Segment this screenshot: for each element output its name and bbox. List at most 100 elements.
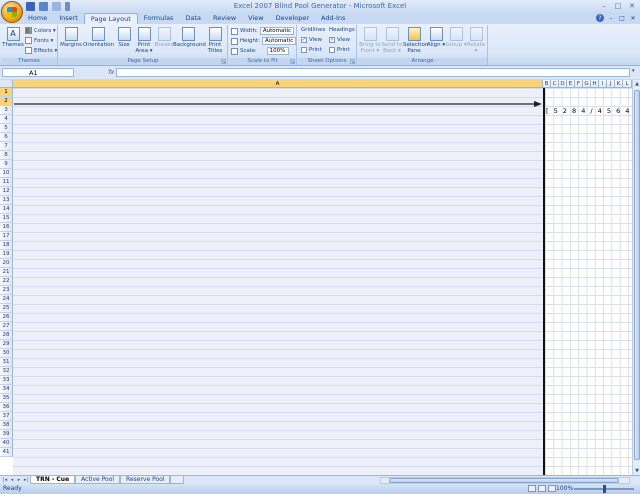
row-header-24[interactable]: 24 [0, 295, 13, 304]
effects-button[interactable]: Effects ▾ [25, 47, 57, 54]
row-header-16[interactable]: 16 [0, 223, 13, 232]
row-header-17[interactable]: 17 [0, 232, 13, 241]
minimize-button[interactable]: – [598, 1, 610, 10]
page-layout-view-icon[interactable] [538, 485, 546, 492]
row-header-38[interactable]: 38 [0, 421, 13, 430]
horizontal-scroll-thumb[interactable] [389, 478, 619, 483]
row-header-12[interactable]: 12 [0, 187, 13, 196]
page-break-view-icon[interactable] [548, 485, 556, 492]
column-header-c[interactable]: C [551, 80, 559, 88]
row-header-25[interactable]: 25 [0, 304, 13, 313]
tab-view[interactable]: View [242, 13, 269, 24]
column-header-f[interactable]: F [575, 80, 583, 88]
next-sheet-icon[interactable]: ▸ [16, 476, 22, 484]
vertical-scroll-thumb[interactable] [634, 90, 640, 460]
select-all-button[interactable] [0, 80, 13, 88]
margins-button[interactable]: Margins [60, 26, 82, 48]
tab-home[interactable]: Home [22, 13, 53, 24]
row-header-4[interactable]: 4 [0, 115, 13, 124]
row-header-30[interactable]: 30 [0, 349, 13, 358]
maximize-button[interactable]: □ [612, 1, 624, 10]
row-header-14[interactable]: 14 [0, 205, 13, 214]
first-sheet-icon[interactable]: |◂ [2, 476, 8, 484]
breaks-button[interactable]: Breaks [153, 26, 175, 48]
last-sheet-icon[interactable]: ▸| [23, 476, 29, 484]
width-dropdown[interactable]: Automatic [259, 27, 295, 35]
colors-button[interactable]: Colors ▾ [25, 27, 56, 34]
column-header-i[interactable]: I [599, 80, 607, 88]
row-header-19[interactable]: 19 [0, 250, 13, 259]
cell-a1-merged[interactable] [13, 88, 543, 475]
column-header-k[interactable]: K [615, 80, 623, 88]
row-header-36[interactable]: 36 [0, 403, 13, 412]
row-header-8[interactable]: 8 [0, 151, 13, 160]
row-header-41[interactable]: 41 [0, 448, 13, 457]
zoom-slider-knob[interactable] [603, 485, 606, 493]
orientation-button[interactable]: Orientation [83, 26, 114, 48]
zoom-level[interactable]: 100% [556, 485, 573, 492]
scroll-up-icon[interactable]: ▲ [633, 80, 640, 88]
send-to-back-button[interactable]: Send to Back ▾ [381, 26, 403, 54]
row-header-2[interactable]: 2 [0, 97, 13, 106]
tab-insert[interactable]: Insert [53, 13, 84, 24]
close-button[interactable]: ✕ [626, 1, 638, 10]
gridlines-view-checkbox[interactable]: ✓ View [301, 37, 322, 43]
row-header-27[interactable]: 27 [0, 322, 13, 331]
scroll-down-icon[interactable]: ▼ [633, 467, 640, 475]
tab-developer[interactable]: Developer [270, 13, 315, 24]
gridlines-print-checkbox[interactable]: Print [301, 47, 322, 53]
tab-formulas[interactable]: Formulas [138, 13, 180, 24]
column-header-a[interactable]: A [13, 80, 543, 88]
align-button[interactable]: Align ▾ [425, 26, 447, 48]
row-header-20[interactable]: 20 [0, 259, 13, 268]
selection-pane-button[interactable]: Selection Pane [403, 26, 428, 54]
sheet-tab-active-pool[interactable]: Active Pool [75, 476, 121, 484]
row-header-10[interactable]: 10 [0, 169, 13, 178]
column-header-l[interactable]: L [623, 80, 632, 88]
formula-input[interactable] [116, 68, 630, 77]
bring-to-front-button[interactable]: Bring to Front ▾ [359, 26, 381, 54]
row-header-34[interactable]: 34 [0, 385, 13, 394]
insert-function-button[interactable]: fx [78, 68, 114, 77]
rotate-button[interactable]: Rotate ▾ [465, 26, 487, 54]
prev-sheet-icon[interactable]: ◂ [9, 476, 15, 484]
row-header-32[interactable]: 32 [0, 367, 13, 376]
tab-add-ins[interactable]: Add-Ins [315, 13, 351, 24]
tab-data[interactable]: Data [179, 13, 207, 24]
insert-sheet-icon[interactable] [170, 476, 185, 484]
expand-formula-bar-icon[interactable]: ▾ [632, 68, 638, 77]
row-header-35[interactable]: 35 [0, 394, 13, 403]
print-area-button[interactable]: Print Area ▾ [133, 26, 155, 54]
arrow-shape[interactable] [14, 101, 542, 107]
row-header-9[interactable]: 9 [0, 160, 13, 169]
sheet-tab-reserve-pool[interactable]: Reserve Pool [120, 476, 171, 484]
row-header-7[interactable]: 7 [0, 142, 13, 151]
row-header-21[interactable]: 21 [0, 268, 13, 277]
row-header-11[interactable]: 11 [0, 178, 13, 187]
scale-stepper[interactable]: 100% [266, 47, 289, 55]
row-header-39[interactable]: 39 [0, 430, 13, 439]
headings-print-checkbox[interactable]: Print [329, 47, 350, 53]
row-header-13[interactable]: 13 [0, 196, 13, 205]
group-button[interactable]: Group ▾ [445, 26, 467, 48]
ribbon-minimize-icon[interactable]: – [607, 14, 615, 22]
fonts-button[interactable]: Fonts ▾ [25, 37, 53, 44]
tab-review[interactable]: Review [207, 13, 242, 24]
column-header-b[interactable]: B [543, 80, 551, 88]
print-titles-button[interactable]: Print Titles [204, 26, 226, 54]
column-header-j[interactable]: J [607, 80, 615, 88]
office-button[interactable] [1, 1, 23, 23]
scale-to-fit-launcher-icon[interactable]: ↘ [290, 59, 295, 64]
sheet-options-launcher-icon[interactable]: ↘ [350, 59, 355, 64]
page-setup-launcher-icon[interactable]: ↘ [221, 59, 226, 64]
row-header-37[interactable]: 37 [0, 412, 13, 421]
vertical-scrollbar[interactable]: ▲ ▼ [632, 80, 640, 475]
themes-button[interactable]: A Themes [2, 26, 24, 48]
tab-page-layout[interactable]: Page Layout [83, 13, 138, 24]
row-header-23[interactable]: 23 [0, 286, 13, 295]
horizontal-scrollbar[interactable] [380, 477, 630, 484]
row-header-6[interactable]: 6 [0, 133, 13, 142]
row-header-31[interactable]: 31 [0, 358, 13, 367]
height-dropdown[interactable]: Automatic [262, 37, 297, 45]
row-header-28[interactable]: 28 [0, 331, 13, 340]
